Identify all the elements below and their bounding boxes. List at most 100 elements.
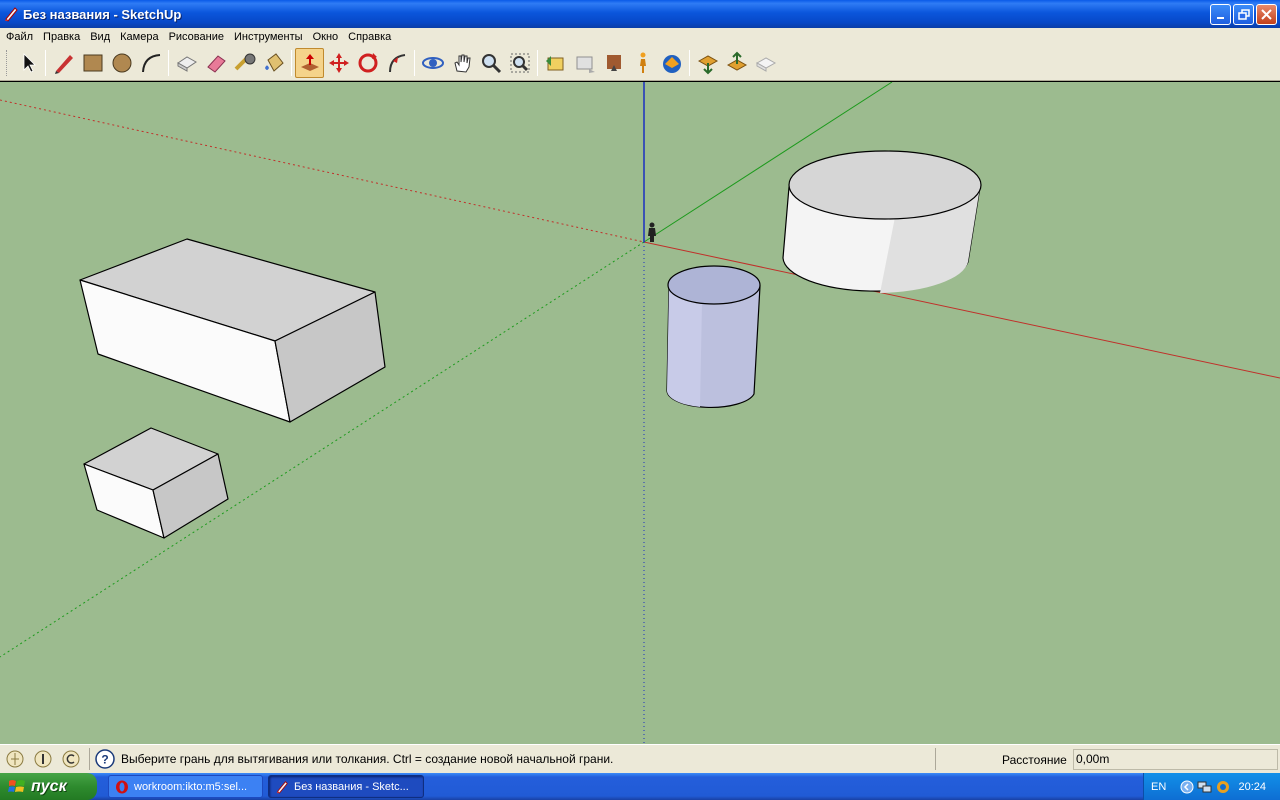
windows-logo-icon (8, 779, 25, 792)
move-icon (328, 53, 349, 73)
magnifier-icon (481, 54, 501, 74)
taskbar-item-label: workroom:ikto:m5:sel... (134, 780, 248, 793)
share-model-tool[interactable] (722, 48, 751, 78)
menu-help[interactable]: Справка (343, 31, 396, 43)
menu-window[interactable]: Окно (308, 31, 344, 43)
geo-location-icon[interactable] (5, 749, 25, 769)
make-component-tool[interactable] (172, 48, 201, 78)
taskbar-item-opera[interactable]: workroom:ikto:m5:sel... (108, 775, 263, 798)
share-model-icon (726, 51, 747, 71)
arc-tool[interactable] (136, 48, 165, 78)
large-cylinder[interactable] (782, 150, 982, 293)
walk-icon (639, 52, 646, 73)
get-models-tool[interactable] (693, 48, 722, 78)
arrow-cursor-icon (23, 53, 36, 73)
rotate-icon (358, 53, 377, 73)
credits-icon[interactable] (33, 749, 53, 769)
push-pull-icon (300, 54, 319, 71)
measurements-label: Расстояние (1002, 753, 1067, 767)
clock[interactable]: 20:24 (1238, 781, 1266, 793)
menu-draw[interactable]: Рисование (164, 31, 229, 43)
look-around-icon (662, 55, 681, 73)
move-tool[interactable] (324, 48, 353, 78)
paint-bucket-icon (264, 53, 284, 72)
orbit-tool[interactable] (418, 48, 447, 78)
drawing-area[interactable] (0, 82, 1280, 744)
measurements-input[interactable]: 0,00m (1073, 749, 1278, 770)
close-button[interactable] (1256, 4, 1277, 25)
title-bar[interactable]: Без названия - SketchUp (0, 0, 1280, 28)
minimize-button[interactable] (1210, 4, 1231, 25)
tray-arrow-icon[interactable] (1180, 780, 1194, 794)
tape-measure-tool[interactable] (230, 48, 259, 78)
taskbar: пуск workroom:ikto:m5:sel... Без названи… (0, 773, 1280, 800)
line-tool[interactable] (49, 48, 78, 78)
small-box[interactable] (83, 427, 229, 539)
push-pull-tool[interactable] (295, 48, 324, 78)
orbit-icon (421, 57, 444, 69)
taskbar-item-sketchup[interactable]: Без названия - Sketc... (268, 775, 424, 798)
follow-me-tool[interactable] (382, 48, 411, 78)
rotate-tool[interactable] (353, 48, 382, 78)
system-tray: EN 20:24 (1143, 773, 1280, 800)
language-indicator[interactable]: EN (1151, 781, 1166, 793)
pan-tool[interactable] (447, 48, 476, 78)
position-camera-icon (606, 55, 621, 71)
previous-view-icon (545, 56, 563, 71)
start-label: пуск (31, 777, 67, 795)
window-title: Без названия - SketchUp (23, 6, 182, 22)
red-axis-negative (0, 99, 645, 243)
user-icon[interactable] (61, 749, 81, 769)
paint-bucket-tool[interactable] (259, 48, 288, 78)
next-view-icon (576, 56, 595, 73)
follow-me-icon (388, 54, 405, 73)
large-box[interactable] (79, 238, 386, 423)
restore-icon (1237, 8, 1250, 20)
sketchup-icon (276, 780, 288, 794)
zoom-extents-tool[interactable] (505, 48, 534, 78)
network-icon[interactable] (1197, 780, 1213, 794)
hand-icon (453, 54, 471, 73)
help-icon[interactable]: ? (95, 749, 115, 769)
position-camera-tool[interactable] (599, 48, 628, 78)
zoom-extents-icon (510, 53, 529, 73)
status-hint: Выберите грань для вытягивания или толка… (121, 752, 614, 766)
select-tool[interactable] (13, 48, 42, 78)
start-button[interactable]: пуск (0, 773, 97, 800)
restore-button[interactable] (1233, 4, 1254, 25)
menu-camera[interactable]: Камера (115, 31, 163, 43)
share-component-icon (755, 57, 776, 72)
tape-measure-icon (234, 53, 255, 71)
eraser-icon (206, 55, 226, 73)
component-icon (176, 56, 197, 72)
menu-bar: Файл Правка Вид Камера Рисование Инструм… (0, 28, 1280, 46)
look-around-tool[interactable] (657, 48, 686, 78)
get-models-icon (697, 55, 718, 75)
scene-canvas[interactable] (0, 82, 1280, 744)
next-view-tool[interactable] (570, 48, 599, 78)
status-bar: ? Выберите грань для вытягивания или тол… (0, 744, 1280, 773)
menu-file[interactable]: Файл (1, 31, 38, 43)
circle-tool[interactable] (107, 48, 136, 78)
opera-icon (116, 780, 128, 793)
minimize-icon (1216, 16, 1224, 19)
pencil-icon (54, 55, 73, 74)
svg-text:?: ? (101, 753, 108, 767)
toolbar-grip[interactable] (6, 50, 9, 76)
taskbar-item-label: Без названия - Sketc... (294, 780, 409, 793)
close-icon (1261, 9, 1272, 20)
main-toolbar (0, 46, 1280, 81)
walk-tool[interactable] (628, 48, 657, 78)
arc-icon (141, 54, 160, 73)
rectangle-tool[interactable] (78, 48, 107, 78)
share-component-tool[interactable] (751, 48, 780, 78)
eraser-tool[interactable] (201, 48, 230, 78)
selected-cylinder[interactable] (666, 265, 761, 409)
menu-edit[interactable]: Правка (38, 31, 85, 43)
menu-view[interactable]: Вид (85, 31, 115, 43)
circle-icon (112, 53, 131, 73)
menu-tools[interactable]: Инструменты (229, 31, 308, 43)
previous-view-tool[interactable] (541, 48, 570, 78)
opera-tray-icon[interactable] (1216, 780, 1230, 794)
zoom-tool[interactable] (476, 48, 505, 78)
